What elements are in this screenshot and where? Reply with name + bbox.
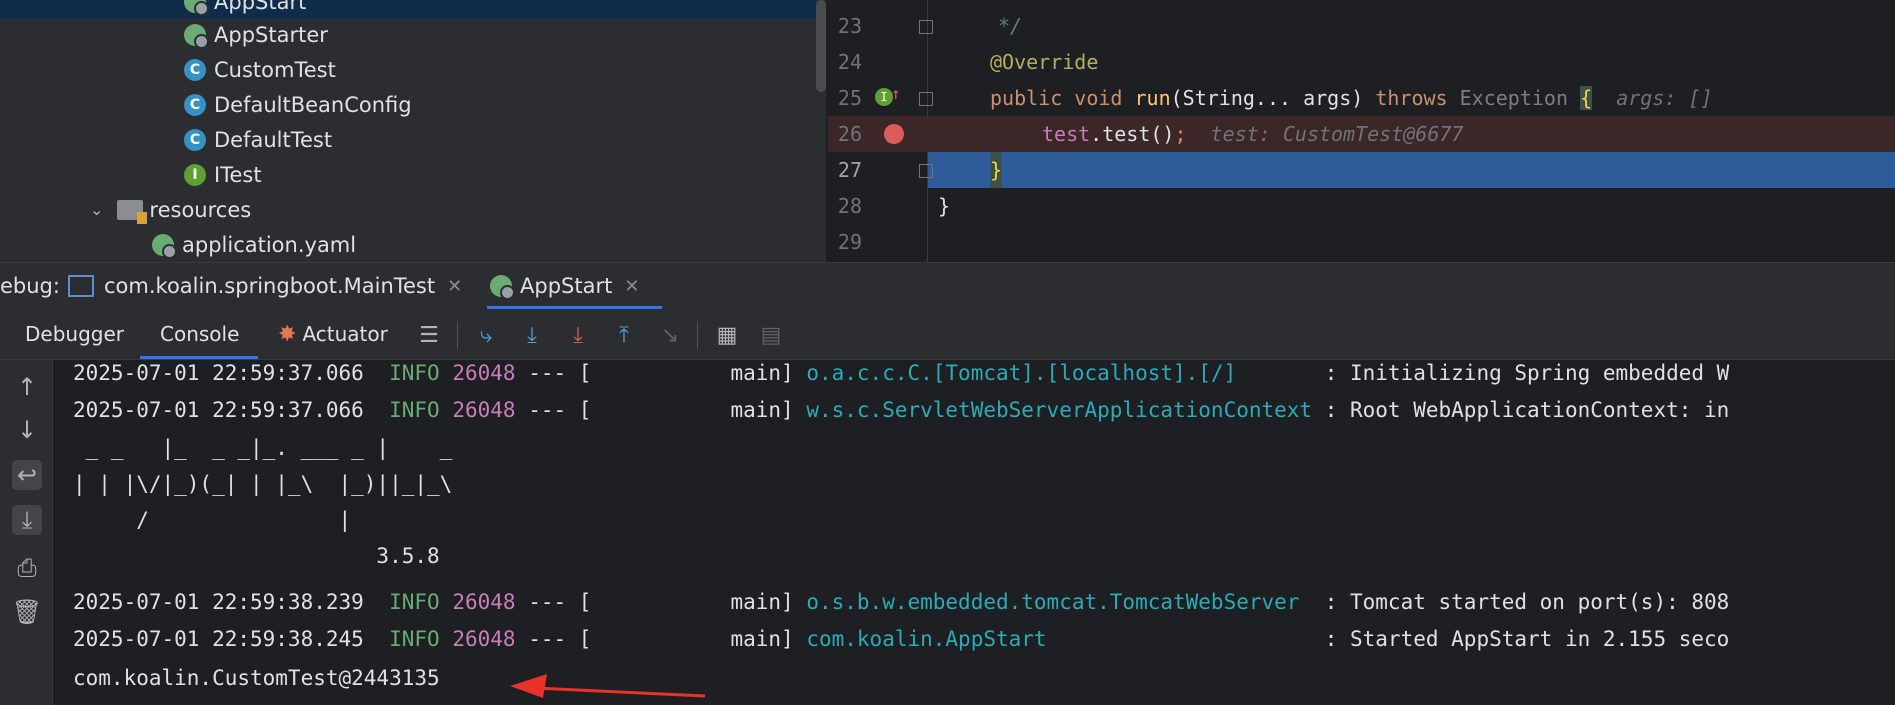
code-text: */: [998, 14, 1023, 38]
scroll-to-end-icon[interactable]: ⤓: [12, 505, 42, 535]
debug-title: ebug:: [0, 274, 60, 298]
banner-line: _ _ |_ _ _|_. ___ _ | _: [73, 436, 453, 460]
toolbar-divider: [457, 321, 458, 349]
code-line-24: 24 @Override: [828, 44, 1895, 80]
tree-item-appstarter[interactable]: AppStarter: [184, 17, 328, 52]
close-icon[interactable]: ✕: [447, 276, 462, 297]
tab-label: AppStart: [520, 274, 613, 298]
code-line-23: 23 */: [828, 8, 1895, 44]
actuator-icon: ✸: [278, 321, 297, 347]
code-text: }: [938, 194, 951, 218]
toolbar-divider: [697, 321, 698, 349]
class-icon: C: [184, 128, 206, 151]
scroll-up-icon[interactable]: ↑: [12, 372, 42, 402]
spring-boot-icon: [184, 0, 209, 16]
run-to-cursor-icon[interactable]: ↘: [657, 322, 683, 348]
close-icon[interactable]: ✕: [624, 276, 639, 297]
tree-item-customtest[interactable]: C CustomTest: [184, 52, 336, 87]
log-line: 2025-07-01 22:59:38.245 INFO 26048 --- […: [73, 627, 1730, 651]
console-side-toolbar: ↑ ↓ ↩ ⤓ ⎙ 🗑: [0, 360, 53, 705]
line-number: 23: [837, 14, 862, 38]
project-tree: AppStart AppStarter C CustomTest C Defau…: [0, 0, 826, 262]
tree-item-itest[interactable]: I ITest: [184, 157, 262, 192]
line-number: 29: [837, 230, 862, 254]
step-out-icon[interactable]: ⤒: [611, 322, 637, 348]
log-line: 2025-07-01 22:59:38.239 INFO 26048 --- […: [73, 590, 1730, 614]
tab-actuator[interactable]: ✸ Actuator: [278, 309, 388, 359]
log-line: 2025-07-01 22:59:37.066 INFO 26048 --- […: [73, 361, 1730, 385]
scroll-down-icon[interactable]: ↓: [12, 415, 42, 445]
tree-item-defaulttest[interactable]: C DefaultTest: [184, 122, 332, 157]
console-output[interactable]: 2025-07-01 22:59:37.066 INFO 26048 --- […: [53, 360, 1895, 705]
line-number: 25: [837, 86, 862, 110]
chevron-down-icon[interactable]: ⌄: [90, 200, 103, 219]
log-line: 2025-07-01 22:59:37.066 INFO 26048 --- […: [73, 398, 1730, 422]
spring-boot-icon: [184, 23, 209, 49]
tree-item-application-yaml[interactable]: application.yaml: [152, 227, 356, 262]
print-icon[interactable]: ⎙: [12, 553, 42, 583]
spring-boot-icon: [490, 275, 515, 300]
tab-console[interactable]: Console: [160, 309, 239, 359]
spring-config-icon: [152, 233, 177, 259]
fold-icon[interactable]: [919, 164, 933, 178]
code-line-28: 28 }: [828, 188, 1895, 224]
code-line-27: 27 }: [828, 152, 1895, 188]
code-text: }: [990, 152, 1003, 188]
code-text: test.test(); test: CustomTest@6677: [1042, 122, 1464, 146]
class-icon: C: [184, 93, 206, 116]
fold-icon[interactable]: [919, 20, 933, 34]
folder-icon: [117, 199, 148, 224]
force-step-into-icon[interactable]: ⤓: [565, 322, 591, 348]
arrow-up-icon: ↑: [891, 84, 901, 103]
tree-item-label: application.yaml: [182, 232, 357, 257]
active-tab-indicator: [140, 356, 258, 359]
code-text: @Override: [990, 50, 1099, 74]
run-config-icon: [68, 275, 94, 297]
banner-version: 3.5.8: [73, 544, 440, 568]
tree-scrollbar[interactable]: [816, 0, 826, 92]
tree-item-label: ITest: [214, 162, 262, 187]
tree-item-label: DefaultBeanConfig: [214, 92, 412, 117]
banner-line: | | |\/|_)(_| | |_\ |_)||_|_\: [73, 472, 453, 496]
menu-icon[interactable]: ☰: [416, 322, 442, 348]
program-output-line: com.koalin.CustomTest@2443135: [73, 666, 440, 690]
banner-line: / |: [73, 508, 352, 532]
evaluate-expression-icon[interactable]: ▦: [714, 322, 740, 348]
line-number: 24: [837, 50, 862, 74]
annotation-arrow: [510, 674, 706, 698]
line-number: 26: [837, 122, 862, 146]
tab-maintest[interactable]: com.koalin.springboot.MainTest ✕: [68, 263, 462, 309]
tree-item-label: AppStart: [214, 0, 307, 14]
code-line-25: 25 I ↑ public void run(String... args) t…: [828, 80, 1895, 116]
code-editor[interactable]: 23 */ 24 @Override 25 I ↑ public void ru…: [828, 0, 1895, 262]
tree-item-defaultbeanconfig[interactable]: C DefaultBeanConfig: [184, 87, 412, 122]
trace-icon[interactable]: ▤: [758, 322, 784, 348]
code-text: public void run(String... args) throws E…: [990, 86, 1713, 110]
soft-wrap-icon[interactable]: ↩: [12, 460, 42, 490]
fold-icon[interactable]: [919, 92, 933, 106]
line-number: 28: [837, 194, 862, 218]
code-line-26: 26 test.test(); test: CustomTest@6677: [828, 116, 1895, 152]
debugger-toolbar: Debugger Console ✸ Actuator ☰ ⤷ ⤓ ⤓ ⤒ ↘ …: [0, 309, 1895, 360]
tree-item-appstart[interactable]: AppStart: [0, 0, 816, 19]
tab-label: Actuator: [302, 322, 388, 346]
tree-item-label: DefaultTest: [214, 127, 333, 152]
step-over-icon[interactable]: ⤷: [473, 322, 499, 348]
debug-session-tabs: ebug: com.koalin.springboot.MainTest ✕ A…: [0, 262, 1895, 310]
step-into-icon[interactable]: ⤓: [519, 322, 545, 348]
tree-item-label: CustomTest: [214, 57, 336, 82]
code-line-29: 29: [828, 224, 1895, 260]
clear-all-icon[interactable]: 🗑: [12, 597, 42, 627]
tab-label: com.koalin.springboot.MainTest: [104, 274, 436, 298]
tree-item-label: AppStarter: [214, 22, 328, 47]
tree-item-label: resources: [149, 197, 252, 222]
interface-icon: I: [184, 163, 206, 186]
line-number: 27: [837, 158, 862, 182]
tree-item-resources[interactable]: ⌄ resources: [90, 192, 251, 227]
class-icon: C: [184, 58, 206, 81]
tab-appstart[interactable]: AppStart ✕: [490, 263, 639, 309]
tab-debugger[interactable]: Debugger: [25, 309, 124, 359]
